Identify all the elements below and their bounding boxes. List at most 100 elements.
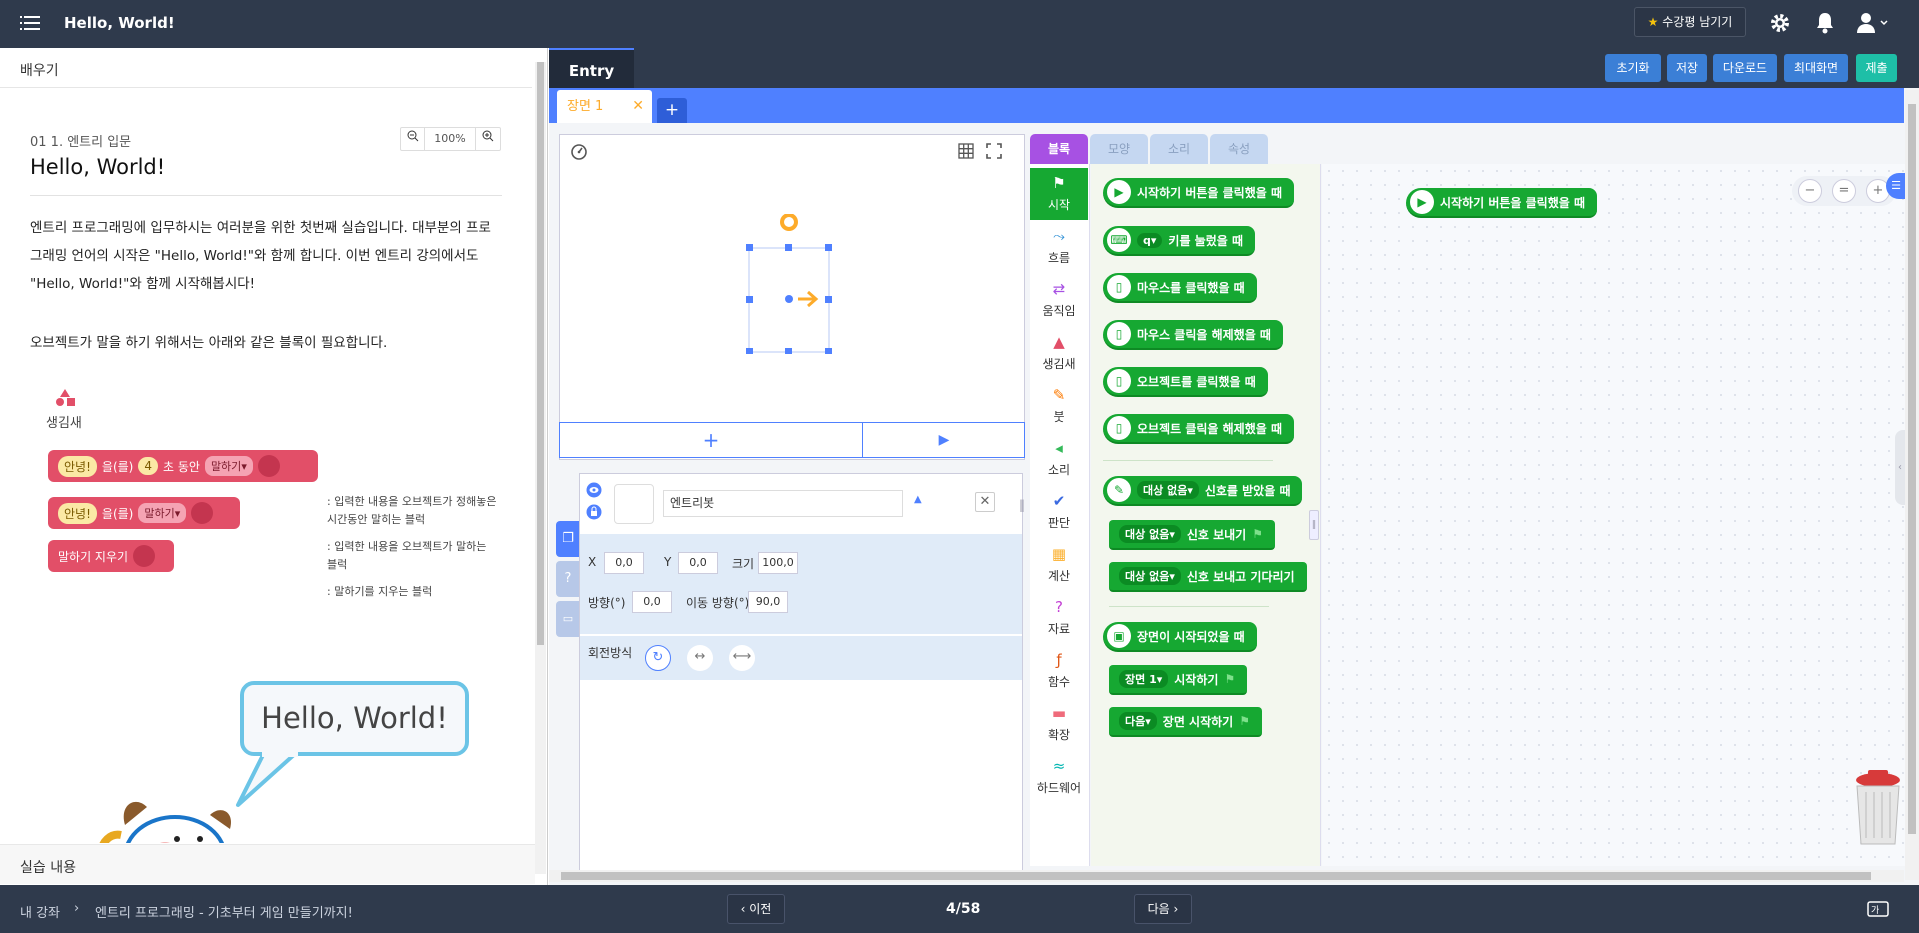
horizontal-scrollbar[interactable] bbox=[549, 870, 1904, 882]
category-looks[interactable]: ▲ 생김새 bbox=[1030, 327, 1088, 379]
tab-sounds[interactable]: 소리 bbox=[1150, 134, 1208, 164]
object-name-input[interactable]: 엔트리봇 bbox=[663, 490, 903, 517]
category-start[interactable]: ⚑ 시작 bbox=[1030, 168, 1088, 220]
bell-icon[interactable] bbox=[1814, 11, 1836, 35]
speed-icon[interactable] bbox=[570, 142, 588, 160]
horizontal-scrollbar-thumb[interactable] bbox=[561, 872, 1871, 880]
start-icon: ⚑ bbox=[1052, 174, 1066, 192]
zoom-in-button[interactable] bbox=[476, 128, 500, 150]
scene-tab[interactable]: 장면 1 ✕ bbox=[557, 90, 652, 123]
maximize-button[interactable]: 최대화면 bbox=[1784, 54, 1848, 82]
start-scene-block[interactable]: 장면 1▾ 시작하기 ⚑ bbox=[1109, 665, 1248, 695]
looks-icon: ▲ bbox=[1053, 333, 1065, 351]
move-direction-input[interactable]: 90,0 bbox=[748, 591, 788, 613]
category-flow[interactable]: ⤳ 흐름 bbox=[1030, 221, 1088, 273]
close-icon[interactable]: ✕ bbox=[632, 90, 644, 123]
scene-started-block[interactable]: ▣ 장면이 시작되었을 때 bbox=[1103, 622, 1257, 652]
save-button[interactable]: 저장 bbox=[1667, 54, 1707, 82]
vertical-scrollbar[interactable] bbox=[1905, 90, 1919, 880]
zoom-out-button[interactable] bbox=[401, 128, 425, 150]
tab-properties[interactable]: 속성 bbox=[1210, 134, 1268, 164]
signal-received-block[interactable]: ✎ 대상 없음▾ 신호를 받았을 때 bbox=[1103, 476, 1303, 506]
breadcrumb-course[interactable]: 엔트리 프로그래밍 - 기초부터 게임 만들기까지! bbox=[95, 902, 353, 921]
mouse-click-block[interactable]: ▯ 마우스를 클릭했을 때 bbox=[1103, 273, 1257, 303]
selection-handles[interactable] bbox=[746, 214, 832, 354]
stage-object-selection[interactable] bbox=[746, 214, 832, 354]
practice-section-header[interactable]: 실습 내용 bbox=[0, 844, 535, 884]
resize-handle[interactable]: ‖ bbox=[1019, 498, 1027, 518]
gear-icon[interactable] bbox=[1768, 11, 1792, 35]
category-brush[interactable]: ✎ 붓 bbox=[1030, 380, 1088, 432]
category-variable[interactable]: ? 자료 bbox=[1030, 592, 1088, 644]
send-signal-wait-block[interactable]: 대상 없음▾ 신호 보내고 기다리기 bbox=[1109, 562, 1307, 592]
block-dropdown[interactable]: 장면 1▾ bbox=[1119, 670, 1169, 688]
rotation-horizontal-button[interactable]: ↔ bbox=[687, 645, 713, 671]
objects-tab[interactable]: ❐ bbox=[556, 521, 580, 557]
submit-button[interactable]: 제출 bbox=[1856, 54, 1897, 82]
block-dropdown[interactable]: 대상 없음▾ bbox=[1119, 525, 1181, 543]
y-input[interactable]: 0,0 bbox=[678, 552, 718, 574]
tab-shapes[interactable]: 모양 bbox=[1090, 134, 1148, 164]
fullscreen-icon[interactable] bbox=[985, 142, 1003, 160]
download-button[interactable]: 다운로드 bbox=[1713, 54, 1777, 82]
tab-entry[interactable]: Entry bbox=[549, 48, 634, 88]
category-hardware[interactable]: ≈ 하드웨어 bbox=[1030, 751, 1088, 803]
collapse-icon[interactable]: ▲ bbox=[914, 494, 922, 505]
user-icon[interactable] bbox=[1856, 11, 1890, 35]
block-dropdown[interactable]: 다음▾ bbox=[1119, 712, 1157, 730]
rotation-none-button[interactable]: ⟷ bbox=[729, 645, 755, 671]
category-sound[interactable]: ◂ 소리 bbox=[1030, 433, 1088, 485]
key-pressed-block[interactable]: ⌨ q▾ 키를 눌렀을 때 bbox=[1103, 226, 1256, 256]
canvas-when-start-clicked-block[interactable]: ▶ 시작하기 버튼을 클릭했을 때 bbox=[1406, 188, 1598, 218]
visibility-icon[interactable] bbox=[586, 482, 602, 522]
rotation-free-button[interactable]: ↻ bbox=[645, 645, 671, 671]
direction-input[interactable]: 0,0 bbox=[632, 591, 672, 613]
review-button[interactable]: ★ 수강평 남기기 bbox=[1634, 7, 1746, 37]
trash-icon[interactable] bbox=[1852, 770, 1902, 848]
vertical-scrollbar-thumb[interactable] bbox=[1908, 104, 1916, 834]
category-judgement[interactable]: ✔ 판단 bbox=[1030, 486, 1088, 538]
reset-button[interactable]: 초기화 bbox=[1605, 54, 1661, 82]
category-motion[interactable]: ⇄ 움직임 bbox=[1030, 274, 1088, 326]
move-direction-label: 이동 방향(°) bbox=[686, 596, 750, 610]
size-input[interactable]: 100,0 bbox=[758, 552, 798, 574]
send-signal-block[interactable]: 대상 없음▾ 신호 보내기 ⚑ bbox=[1109, 520, 1275, 550]
left-scrollbar[interactable] bbox=[535, 62, 546, 874]
x-input[interactable]: 0,0 bbox=[604, 552, 644, 574]
when-start-clicked-block[interactable]: ▶ 시작하기 버튼을 클릭했을 때 bbox=[1103, 178, 1295, 208]
console-tab[interactable]: ▭ bbox=[556, 601, 580, 637]
object-row[interactable]: 엔트리봇 ▲ ✕ bbox=[580, 474, 1022, 534]
script-canvas[interactable]: ▶ 시작하기 버튼을 클릭했을 때 − = + bbox=[1322, 164, 1906, 866]
add-scene-button[interactable]: + bbox=[657, 98, 687, 123]
tab-blocks[interactable]: 블록 bbox=[1030, 134, 1088, 164]
translate-icon[interactable]: 가 bbox=[1867, 901, 1889, 917]
object-release-block[interactable]: ▯ 오브젝트 클릭을 해제했을 때 bbox=[1103, 414, 1295, 444]
add-object-button[interactable]: + bbox=[560, 423, 863, 457]
prev-button[interactable]: ‹ 이전 bbox=[727, 894, 785, 924]
help-tab[interactable]: ? bbox=[556, 561, 580, 597]
object-click-block[interactable]: ▯ 오브젝트를 클릭했을 때 bbox=[1103, 367, 1268, 397]
category-expansion[interactable]: ▬ 확장 bbox=[1030, 698, 1088, 750]
category-function[interactable]: ƒ 함수 bbox=[1030, 645, 1088, 697]
block-dropdown[interactable]: 대상 없음▾ bbox=[1119, 567, 1181, 585]
left-scrollbar-thumb[interactable] bbox=[537, 62, 544, 645]
delete-object-button[interactable]: ✕ bbox=[975, 492, 995, 512]
collapse-panel-button[interactable]: ‹ bbox=[1895, 430, 1905, 505]
palette-resize-handle[interactable]: ‖ bbox=[1309, 510, 1319, 540]
category-calc[interactable]: ▦ 계산 bbox=[1030, 539, 1088, 591]
block-dropdown[interactable]: 대상 없음▾ bbox=[1137, 481, 1199, 499]
page-title: Hello, World! bbox=[64, 14, 175, 32]
canvas-zoom-reset-button[interactable]: = bbox=[1832, 179, 1856, 203]
mouse-release-block[interactable]: ▯ 마우스 클릭을 해제했을 때 bbox=[1103, 320, 1283, 350]
breadcrumb-home[interactable]: 내 강좌 bbox=[20, 902, 60, 921]
block-dropdown-value: 장면 1 bbox=[1125, 673, 1157, 686]
learn-tab[interactable]: 배우기 bbox=[0, 48, 532, 88]
start-next-scene-block[interactable]: 다음▾ 장면 시작하기 ⚑ bbox=[1109, 707, 1262, 737]
block-dropdown[interactable]: q▾ bbox=[1137, 232, 1163, 248]
canvas-side-button[interactable]: ☰ bbox=[1886, 173, 1906, 199]
run-button[interactable]: ▶ bbox=[864, 423, 1024, 457]
canvas-zoom-out-button[interactable]: − bbox=[1798, 179, 1822, 203]
menu-icon[interactable] bbox=[20, 14, 42, 32]
grid-icon[interactable] bbox=[957, 142, 975, 160]
next-button[interactable]: 다음 › bbox=[1134, 894, 1192, 924]
